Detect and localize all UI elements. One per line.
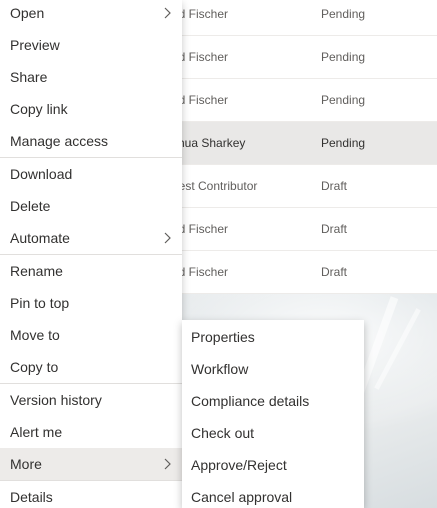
menu-item-manage-access[interactable]: Manage access [0, 125, 182, 157]
modified-by-cell: shua Sharkey [172, 136, 246, 150]
submenu-item-approve-reject[interactable]: Approve/Reject [182, 449, 364, 481]
menu-item-details[interactable]: Details [0, 481, 182, 508]
menu-item-copy-to[interactable]: Copy to [0, 351, 182, 383]
status-cell: Draft [321, 222, 348, 236]
menu-item-label: Automate [10, 230, 70, 246]
menu-item-label: Pin to top [10, 295, 70, 311]
menu-item-move-to[interactable]: Move to [0, 319, 182, 351]
status-cell: Pending [321, 50, 366, 64]
menu-item-alert-me[interactable]: Alert me [0, 416, 182, 448]
submenu-item-check-out[interactable]: Check out [182, 417, 364, 449]
submenu-item-workflow[interactable]: Workflow [182, 353, 364, 385]
status-cell: Pending [321, 136, 366, 150]
status-cell: Pending [321, 93, 366, 107]
submenu-item-compliance-details[interactable]: Compliance details [182, 385, 364, 417]
menu-item-label: Move to [10, 327, 60, 343]
submenu-item-label: Check out [191, 425, 255, 441]
status-cell: Pending [321, 7, 366, 21]
menu-item-label: Copy to [10, 359, 59, 375]
menu-item-more[interactable]: More [0, 448, 182, 480]
menu-item-label: More [10, 456, 42, 472]
submenu-item-label: Approve/Reject [191, 457, 287, 473]
chevron-right-icon [164, 232, 171, 244]
menu-item-pin-to-top[interactable]: Pin to top [0, 287, 182, 319]
menu-item-share[interactable]: Share [0, 61, 182, 93]
menu-item-label: Rename [10, 263, 63, 279]
submenu-item-label: Cancel approval [191, 489, 293, 505]
menu-item-delete[interactable]: Delete [0, 190, 182, 222]
menu-item-label: Preview [10, 37, 60, 53]
menu-item-label: Manage access [10, 133, 109, 149]
submenu-item-label: Workflow [191, 361, 249, 377]
menu-item-label: Open [10, 5, 45, 21]
menu-item-label: Share [10, 69, 48, 85]
menu-item-version-history[interactable]: Version history [0, 384, 182, 416]
menu-item-label: Delete [10, 198, 51, 214]
submenu-item-label: Properties [191, 329, 255, 345]
chevron-right-icon [164, 7, 171, 19]
menu-item-rename[interactable]: Rename [0, 255, 182, 287]
more-submenu: Properties Workflow Compliance details C… [182, 320, 364, 508]
modified-by-cell: uest Contributor [172, 179, 258, 193]
status-cell: Draft [321, 265, 348, 279]
menu-item-automate[interactable]: Automate [0, 222, 182, 254]
submenu-item-label: Compliance details [191, 393, 310, 409]
context-menu: Open Preview Share Copy link Manage acce… [0, 0, 182, 508]
chevron-right-icon [164, 458, 171, 470]
menu-item-label: Version history [10, 392, 102, 408]
status-cell: Draft [321, 179, 348, 193]
menu-item-label: Details [10, 489, 53, 505]
menu-item-copy-link[interactable]: Copy link [0, 93, 182, 125]
menu-item-open[interactable]: Open [0, 0, 182, 29]
submenu-item-properties[interactable]: Properties [182, 321, 364, 353]
menu-item-label: Download [10, 166, 73, 182]
menu-item-label: Copy link [10, 101, 68, 117]
menu-item-download[interactable]: Download [0, 158, 182, 190]
submenu-item-cancel-approval[interactable]: Cancel approval [182, 481, 364, 508]
menu-item-label: Alert me [10, 424, 63, 440]
menu-item-preview[interactable]: Preview [0, 29, 182, 61]
